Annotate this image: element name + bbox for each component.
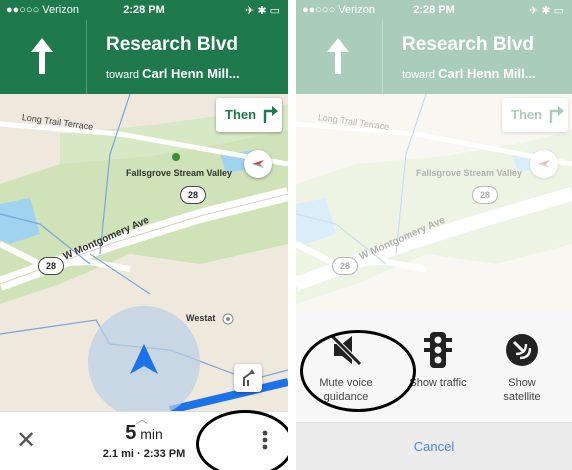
trip-summary-bar: ✕ ︿ 5 min 2.1 mi · 2:33 PM bbox=[0, 411, 288, 470]
turn-right-icon bbox=[262, 105, 278, 126]
building-label: Westat bbox=[186, 313, 216, 323]
navigation-banner[interactable]: Research Blvd toward Carl Henn Mill... bbox=[0, 20, 288, 94]
route-shield: 28 bbox=[180, 186, 206, 204]
navigation-menu-screen: ●●○○○ Verizon 2:28 PM ✈ ✱ ▭ Research Blv… bbox=[296, 0, 572, 470]
trip-details: 2.1 mi · 2:33 PM bbox=[0, 448, 288, 460]
mute-voice-button[interactable]: Mute voice guidance bbox=[300, 312, 392, 422]
cancel-button[interactable]: Cancel bbox=[296, 422, 572, 470]
next-turn-card[interactable]: Then bbox=[216, 98, 282, 132]
toward-prefix: toward bbox=[106, 69, 140, 81]
compass-icon[interactable] bbox=[244, 150, 272, 178]
arrival-time: 2:33 PM bbox=[143, 448, 186, 460]
trip-distance: 2.1 mi bbox=[102, 448, 134, 460]
toward-line: toward Carl Henn Mill... bbox=[106, 66, 240, 81]
dim-overlay[interactable] bbox=[296, 0, 572, 312]
satellite-icon bbox=[502, 330, 542, 370]
toward-street: Carl Henn Mill... bbox=[142, 66, 240, 81]
mute-voice-icon bbox=[326, 330, 366, 370]
duration-unit: min bbox=[140, 426, 163, 442]
navigation-screen: ●●○○○ Verizon 2:28 PM ✈ ✱ ▭ Research Blv… bbox=[0, 0, 288, 470]
show-traffic-label: Show traffic bbox=[392, 376, 484, 390]
label-line: guidance bbox=[323, 391, 369, 403]
options-action-sheet: Mute voice guidance Show traffic Show sa… bbox=[296, 312, 572, 470]
maneuver-cell bbox=[0, 20, 87, 94]
show-traffic-button[interactable]: Show traffic bbox=[392, 312, 484, 422]
divider bbox=[288, 0, 296, 470]
trip-duration: 5 min bbox=[0, 422, 288, 445]
cancel-label: Cancel bbox=[413, 439, 455, 454]
route-shield: 28 bbox=[38, 257, 64, 275]
show-satellite-button[interactable]: Show satellite bbox=[476, 312, 568, 422]
duration-value: 5 bbox=[125, 422, 137, 444]
mute-voice-label: Mute voice guidance bbox=[300, 376, 392, 404]
next-turn-label: Then bbox=[225, 107, 257, 122]
status-bar: ●●○○○ Verizon 2:28 PM ✈ ✱ ▭ bbox=[0, 0, 288, 20]
street-name: Research Blvd bbox=[106, 34, 239, 55]
show-satellite-label: Show satellite bbox=[476, 376, 568, 404]
more-vertical-icon[interactable] bbox=[262, 430, 268, 455]
label-line: satellite bbox=[503, 391, 541, 403]
park-label: Fallsgrove Stream Valley bbox=[126, 168, 233, 178]
status-indicators: ✈ ✱ ▭ bbox=[245, 5, 280, 17]
label-line: Mute voice bbox=[319, 377, 373, 389]
label-line: Show bbox=[508, 377, 536, 389]
label-line: Show traffic bbox=[409, 377, 467, 389]
traffic-light-icon bbox=[418, 330, 458, 370]
route-options-icon[interactable] bbox=[234, 364, 262, 392]
separator: · bbox=[136, 448, 141, 460]
